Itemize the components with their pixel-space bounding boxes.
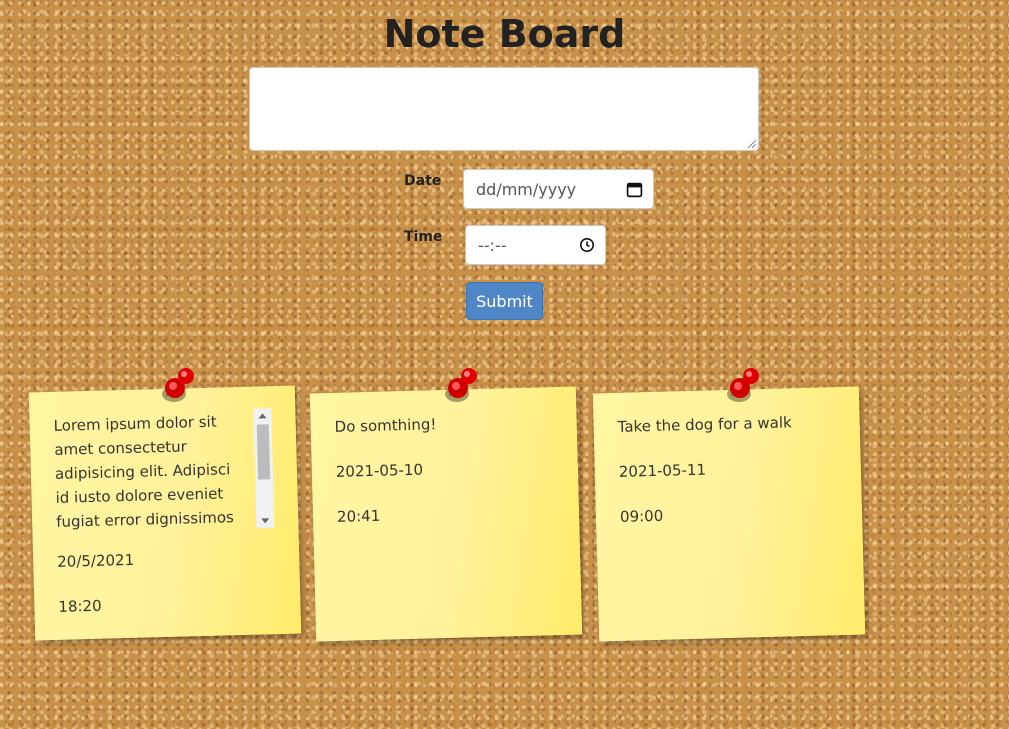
pushpin-icon	[727, 368, 759, 402]
note-text-scrollbox[interactable]: Lorem ipsum dolor sit amet consectetur a…	[53, 408, 275, 534]
note-text: Take the dog for a walk	[617, 413, 792, 436]
scrollbar-thumb[interactable]	[256, 424, 271, 480]
note-date: 20/5/2021	[57, 550, 135, 571]
note-time: 18:20	[58, 596, 102, 616]
scroll-up-icon[interactable]	[258, 413, 267, 419]
scrollbar[interactable]	[253, 408, 275, 529]
sticky-note: Lorem ipsum dolor sit amet consectetur a…	[28, 385, 302, 641]
resize-grip-icon[interactable]	[748, 140, 756, 148]
note-date: 2021-05-10	[335, 460, 424, 481]
note-text: Do somthing!	[334, 415, 437, 436]
note-time: 09:00	[619, 506, 664, 526]
time-placeholder: --:--	[478, 235, 507, 255]
note-text: Lorem ipsum dolor sit amet consectetur a…	[53, 412, 235, 531]
note-textarea[interactable]	[249, 67, 759, 151]
time-label: Time	[404, 229, 443, 245]
page-title: Note Board	[383, 12, 626, 56]
time-input[interactable]: --:--	[465, 225, 606, 265]
date-placeholder: dd/mm/yyyy	[476, 179, 577, 199]
note-time: 20:41	[336, 506, 381, 526]
sticky-note: Do somthing! 2021-05-10 20:41	[309, 386, 583, 642]
date-label: Date	[404, 173, 442, 189]
date-input[interactable]: dd/mm/yyyy	[463, 169, 654, 209]
note-date: 2021-05-11	[618, 460, 707, 481]
pushpin-icon	[445, 368, 477, 402]
calendar-icon[interactable]	[626, 181, 643, 198]
scroll-down-icon[interactable]	[261, 518, 270, 524]
submit-button[interactable]: Submit	[466, 282, 543, 320]
sticky-note: Take the dog for a walk 2021-05-11 09:00	[592, 386, 866, 642]
pushpin-icon	[162, 368, 194, 402]
clock-icon[interactable]	[579, 237, 595, 253]
